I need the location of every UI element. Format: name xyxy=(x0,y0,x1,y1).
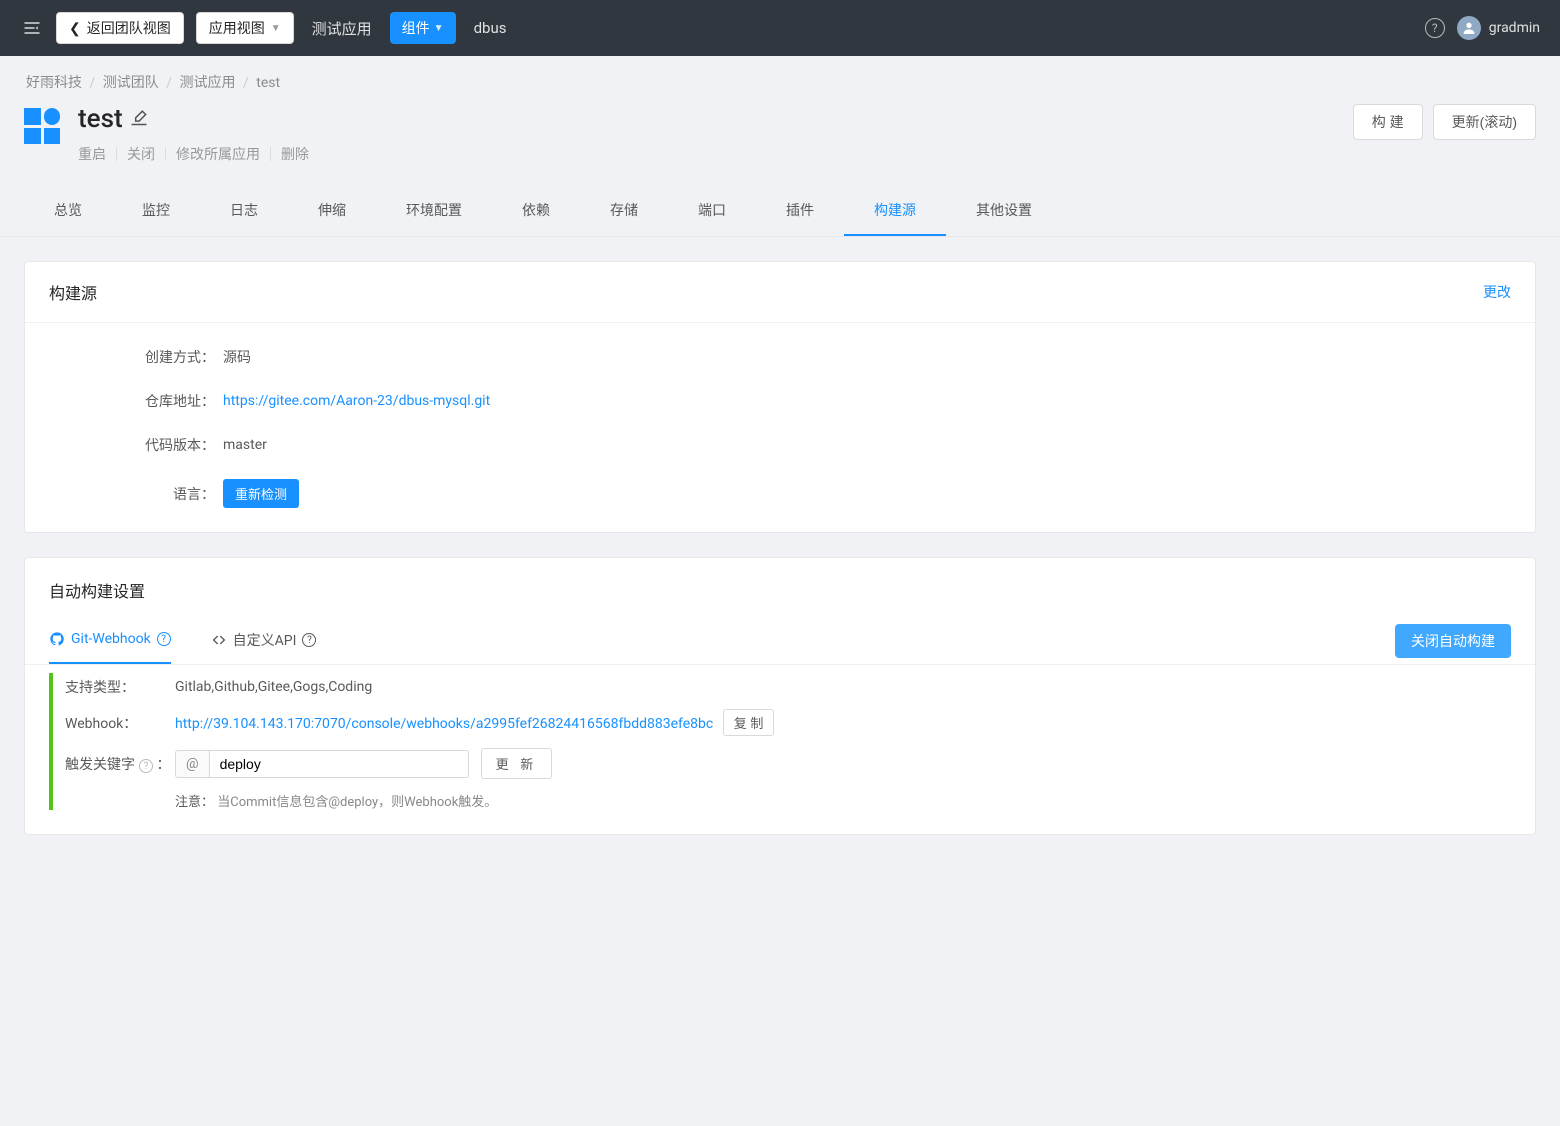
webhook-url-link[interactable]: http://39.104.143.170:7070/console/webho… xyxy=(175,716,713,732)
note-text: 当Commit信息包含@deploy，则Webhook触发。 xyxy=(217,795,497,810)
update-trigger-button[interactable]: 更 新 xyxy=(481,748,553,779)
breadcrumb-item: test xyxy=(256,75,280,91)
tab-env[interactable]: 环境配置 xyxy=(376,186,492,236)
tab-other-settings[interactable]: 其他设置 xyxy=(946,186,1062,236)
copy-button[interactable]: 复 制 xyxy=(723,709,775,736)
support-type-label: 支持类型： xyxy=(65,677,175,697)
trigger-keyword-input[interactable] xyxy=(209,750,469,778)
avatar xyxy=(1457,16,1481,40)
restart-action[interactable]: 重启 xyxy=(78,144,116,164)
build-button[interactable]: 构 建 xyxy=(1353,104,1423,140)
help-icon[interactable]: ? xyxy=(139,759,153,773)
repo-url-label: 仓库地址 xyxy=(125,391,215,411)
components-label: 组件 xyxy=(402,18,430,38)
card-title: 构建源 xyxy=(49,280,97,304)
user-menu[interactable]: gradmin xyxy=(1457,16,1540,40)
back-label: 返回团队视图 xyxy=(87,18,171,38)
view-label: 应用视图 xyxy=(209,18,265,38)
build-source-card: 构建源 更改 创建方式 源码 仓库地址 https://gitee.com/Aa… xyxy=(24,261,1536,533)
trigger-label: 触发关键字? ： xyxy=(65,754,175,774)
caret-down-icon: ▼ xyxy=(271,23,281,34)
github-icon xyxy=(49,631,65,647)
tab-storage[interactable]: 存储 xyxy=(580,186,668,236)
repo-url-link[interactable]: https://gitee.com/Aaron-23/dbus-mysql.gi… xyxy=(223,393,490,409)
breadcrumb-item[interactable]: 测试应用 xyxy=(180,75,236,91)
app-logo xyxy=(24,108,64,148)
disable-auto-build-button[interactable]: 关闭自动构建 xyxy=(1395,624,1511,658)
tab-plugin[interactable]: 插件 xyxy=(756,186,844,236)
auto-build-card: 自动构建设置 Git-Webhook ? 自定义API ? 关闭自动构建 xyxy=(24,557,1536,835)
create-method-value: 源码 xyxy=(215,347,251,367)
tab-port[interactable]: 端口 xyxy=(668,186,756,236)
page-header: test 重启 关闭 修改所属应用 删除 构 建 更新(滚动) xyxy=(0,100,1560,176)
breadcrumb-item[interactable]: 测试团队 xyxy=(103,75,159,91)
code-version-value: master xyxy=(215,437,267,453)
git-webhook-label: Git-Webhook xyxy=(71,631,151,647)
tab-git-webhook[interactable]: Git-Webhook ? xyxy=(49,630,171,664)
back-to-team-button[interactable]: ❮ 返回团队视图 xyxy=(56,12,184,44)
components-dropdown[interactable]: 组件 ▼ xyxy=(390,12,456,44)
page-title: test xyxy=(78,104,123,134)
delete-action[interactable]: 删除 xyxy=(271,144,319,164)
trigger-prefix: @ xyxy=(175,750,209,778)
language-label: 语言 xyxy=(125,484,215,504)
help-icon[interactable]: ? xyxy=(157,632,171,646)
update-rolling-button[interactable]: 更新(滚动) xyxy=(1433,104,1536,140)
chevron-left-icon: ❮ xyxy=(69,20,81,37)
app-view-dropdown[interactable]: 应用视图 ▼ xyxy=(196,12,294,44)
topbar: ❮ 返回团队视图 应用视图 ▼ 测试应用 组件 ▼ dbus ? gradmin xyxy=(0,0,1560,56)
tab-logs[interactable]: 日志 xyxy=(200,186,288,236)
edit-icon[interactable] xyxy=(129,107,149,131)
tab-overview[interactable]: 总览 xyxy=(24,186,112,236)
help-icon[interactable]: ? xyxy=(1425,18,1445,38)
redetect-button[interactable]: 重新检测 xyxy=(223,479,299,508)
webhook-label: Webhook： xyxy=(65,713,175,733)
breadcrumb: 好雨科技 / 测试团队 / 测试应用 / test xyxy=(0,56,1560,100)
change-link[interactable]: 更改 xyxy=(1483,282,1511,302)
custom-api-label: 自定义API xyxy=(233,630,297,650)
create-method-label: 创建方式 xyxy=(125,347,215,367)
help-icon[interactable]: ? xyxy=(302,633,316,647)
sub-actions: 重启 关闭 修改所属应用 删除 xyxy=(78,144,319,164)
code-version-label: 代码版本 xyxy=(125,435,215,455)
close-action[interactable]: 关闭 xyxy=(117,144,165,164)
tab-monitor[interactable]: 监控 xyxy=(112,186,200,236)
support-type-value: Gitlab,Github,Gitee,Gogs,Coding xyxy=(175,679,1511,695)
status-bar xyxy=(49,673,53,810)
auto-build-title: 自动构建设置 xyxy=(25,558,1535,610)
tab-scale[interactable]: 伸缩 xyxy=(288,186,376,236)
note-label: 注意： xyxy=(175,795,214,810)
component-name-label: dbus xyxy=(474,19,507,37)
breadcrumb-item[interactable]: 好雨科技 xyxy=(26,75,82,91)
app-name-label: 测试应用 xyxy=(312,18,372,39)
tab-dependency[interactable]: 依赖 xyxy=(492,186,580,236)
api-icon xyxy=(211,632,227,648)
change-app-action[interactable]: 修改所属应用 xyxy=(166,144,270,164)
caret-down-icon: ▼ xyxy=(434,23,444,34)
main-tabs: 总览 监控 日志 伸缩 环境配置 依赖 存储 端口 插件 构建源 其他设置 xyxy=(0,186,1560,237)
username-label: gradmin xyxy=(1489,20,1540,36)
menu-toggle-icon[interactable] xyxy=(20,16,44,40)
tab-build-source[interactable]: 构建源 xyxy=(844,186,946,236)
tab-custom-api[interactable]: 自定义API ? xyxy=(211,630,317,664)
